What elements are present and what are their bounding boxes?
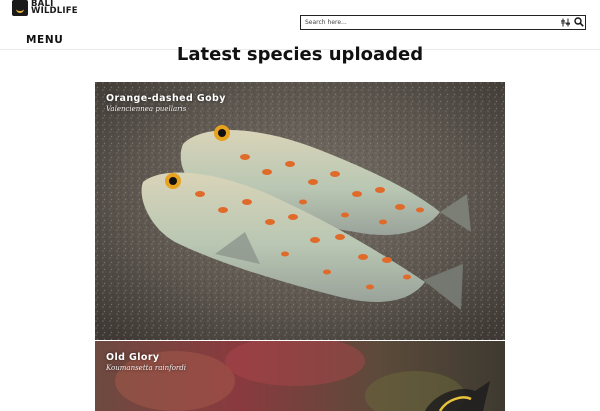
species-card[interactable]: Orange-dashed Goby Valenciennea puellari… xyxy=(95,82,505,340)
site-header: BALI WILDLIFE MENU xyxy=(0,0,600,50)
species-common-name: Old Glory xyxy=(106,352,160,363)
logo-text: BALI WILDLIFE xyxy=(31,0,78,16)
goby-photo xyxy=(95,82,505,340)
species-scientific-name: Valenciennea puellaris xyxy=(106,105,187,113)
logo-mark-icon xyxy=(12,0,28,16)
species-common-name: Orange-dashed Goby xyxy=(106,93,226,104)
filter-sliders-icon[interactable] xyxy=(561,18,570,27)
species-scientific-name: Koumansetta rainfordi xyxy=(106,364,186,372)
search-input[interactable] xyxy=(305,17,555,28)
logo-line-2: WILDLIFE xyxy=(31,6,78,16)
site-logo[interactable]: BALI WILDLIFE xyxy=(12,0,78,16)
search-box xyxy=(300,15,586,30)
species-card[interactable]: Old Glory Koumansetta rainfordi xyxy=(95,341,505,411)
search-icon[interactable] xyxy=(574,17,584,27)
page-title: Latest species uploaded xyxy=(176,44,424,65)
